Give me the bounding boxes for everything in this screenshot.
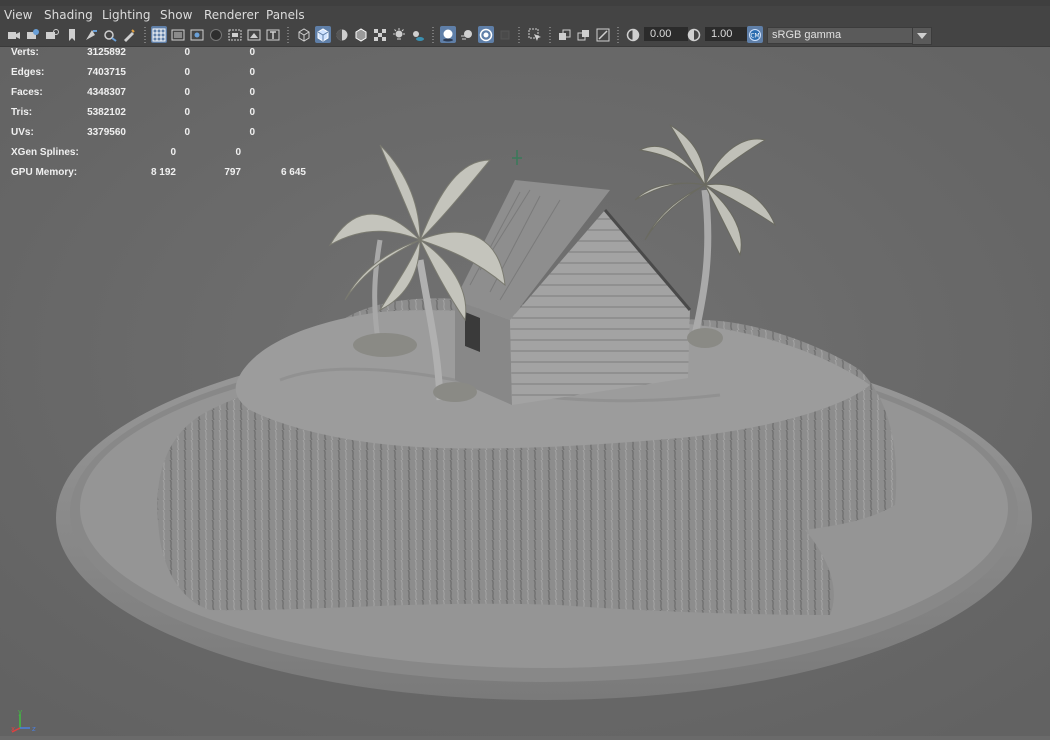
resolution-gate-icon[interactable]: [189, 26, 205, 43]
chevron-down-icon[interactable]: [912, 27, 932, 45]
textured-icon[interactable]: [372, 26, 388, 43]
toolbar-separator: [287, 27, 289, 43]
hud-value: 797: [224, 167, 241, 178]
hud-label-xgen-splines: XGen Splines:: [11, 147, 79, 158]
grid-icon[interactable]: [151, 26, 167, 43]
axis-gizmo: x y z: [8, 706, 48, 736]
hud-value: 3125892: [87, 47, 126, 58]
exposure-field[interactable]: 0.00: [644, 27, 688, 41]
panel-toolbar: 0.00 1.00 CM sRGB gamma: [0, 24, 1050, 47]
menu-panels[interactable]: Panels: [266, 8, 305, 22]
hud-value: 0: [249, 67, 255, 78]
gamma-icon[interactable]: [686, 26, 702, 43]
y-axis-label: y: [18, 708, 22, 716]
hud-value: 0: [249, 127, 255, 138]
toolbar-separator: [432, 27, 434, 43]
hud-value: 4348307: [87, 87, 126, 98]
hud-value: 8 192: [150, 167, 176, 178]
menu-lighting[interactable]: Lighting: [102, 8, 151, 22]
toolbar-separator: [144, 27, 146, 43]
hud-value: 0: [249, 87, 255, 98]
xray-icon[interactable]: [557, 26, 573, 43]
toolbar-separator: [549, 27, 551, 43]
hud-label-tris: Tris:: [11, 107, 33, 118]
smooth-shade-icon[interactable]: [315, 26, 331, 43]
hud-label-uvs: UVs:: [11, 127, 34, 138]
colorspace-dropdown[interactable]: sRGB gamma: [767, 27, 916, 44]
hud-value: 0: [184, 67, 190, 78]
field-chart-icon[interactable]: [227, 26, 243, 43]
hud-value: 3379560: [87, 127, 126, 138]
multisample-aa-icon[interactable]: [478, 26, 494, 43]
panel-menu-bar: View Shading Lighting Show Renderer Pane…: [0, 6, 1050, 24]
toolbar-separator: [617, 27, 619, 43]
menu-shading[interactable]: Shading: [44, 8, 93, 22]
film-gate-icon[interactable]: [170, 26, 186, 43]
image-plane-icon[interactable]: [64, 26, 80, 43]
exposure-icon[interactable]: [625, 26, 641, 43]
z-axis-label: z: [32, 725, 36, 733]
hud-value: 6 645: [280, 167, 306, 178]
x-axis-label: x: [11, 725, 15, 733]
motion-blur-icon[interactable]: [459, 26, 475, 43]
camera-attributes-icon[interactable]: [25, 26, 41, 43]
hud-value: 5382102: [87, 107, 126, 118]
hud-value: 0: [235, 147, 241, 158]
safe-title-icon[interactable]: [265, 26, 281, 43]
wireframe-on-shaded-icon[interactable]: [353, 26, 369, 43]
isolate-select-icon[interactable]: [527, 26, 543, 43]
hud-label-edges: Edges:: [11, 67, 45, 78]
shadows-icon[interactable]: [410, 26, 426, 43]
hud-value: 0: [184, 107, 190, 118]
pencil-icon[interactable]: [121, 26, 137, 43]
view-transform-icon[interactable]: CM: [747, 26, 763, 43]
2d-pan-zoom-icon[interactable]: [83, 26, 99, 43]
menu-show[interactable]: Show: [160, 8, 192, 22]
menu-view[interactable]: View: [4, 8, 32, 22]
hud-value: 0: [249, 107, 255, 118]
gamma-field[interactable]: 1.00: [705, 27, 749, 41]
wireframe-icon[interactable]: [296, 26, 312, 43]
hud-value: 7403715: [87, 67, 126, 78]
hud-label-verts: Verts:: [11, 47, 39, 58]
hud-label-faces: Faces:: [11, 87, 43, 98]
toolbar-separator: [518, 27, 520, 43]
depth-of-field-icon[interactable]: [497, 26, 513, 43]
default-material-icon[interactable]: [334, 26, 350, 43]
screen-space-ao-icon[interactable]: [440, 26, 456, 43]
bookmarks-icon[interactable]: [44, 26, 60, 43]
select-camera-icon[interactable]: [6, 26, 22, 43]
svg-text:CM: CM: [750, 32, 759, 39]
heads-up-display: Verts: 3125892 0 0 Edges: 7403715 0 0 Fa…: [0, 47, 340, 187]
hud-value: 0: [170, 147, 176, 158]
grease-pencil-icon[interactable]: [102, 26, 118, 43]
hud-label-gpu-memory: GPU Memory:: [11, 167, 78, 178]
xray-joints-icon[interactable]: [595, 26, 611, 43]
menu-renderer[interactable]: Renderer: [204, 8, 259, 22]
hud-value: 0: [184, 127, 190, 138]
hud-value: 0: [249, 47, 255, 58]
gate-mask-icon[interactable]: [208, 26, 224, 43]
hud-value: 0: [184, 87, 190, 98]
hud-value: 0: [184, 47, 190, 58]
lights-icon[interactable]: [391, 26, 407, 43]
safe-action-icon[interactable]: [246, 26, 262, 43]
xray-active-components-icon[interactable]: [576, 26, 592, 43]
